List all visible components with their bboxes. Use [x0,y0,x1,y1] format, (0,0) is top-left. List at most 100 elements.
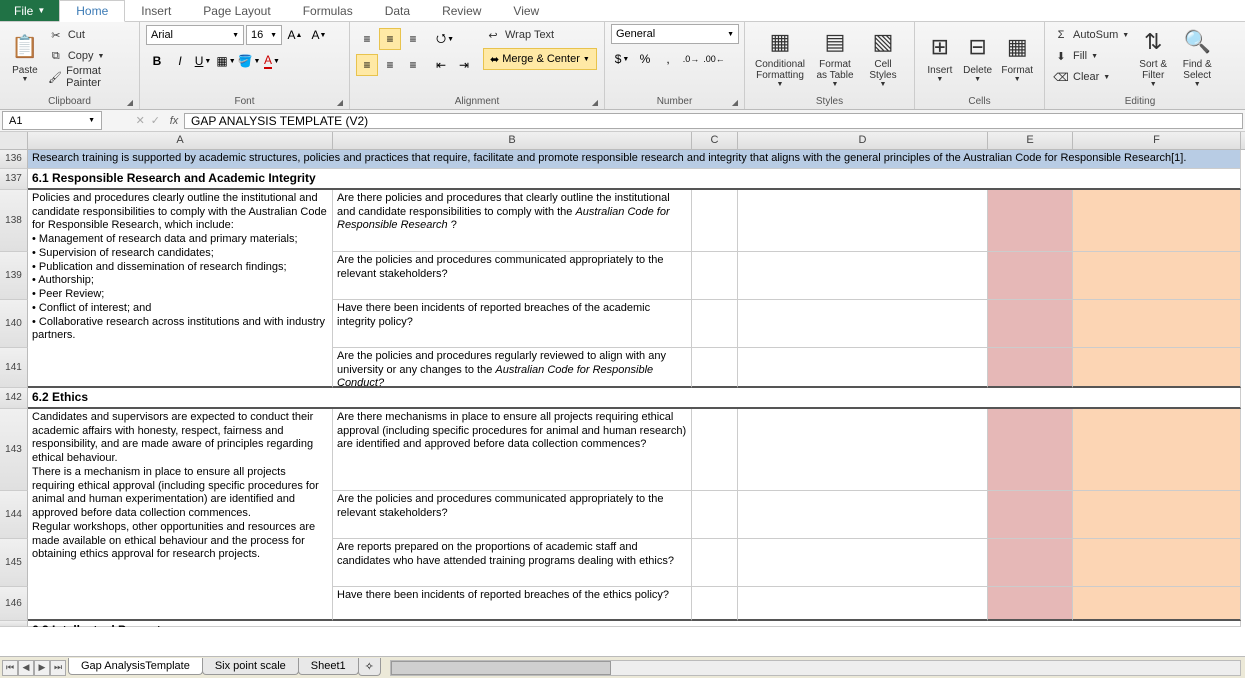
bold-button[interactable]: B [146,50,168,72]
cell[interactable] [738,539,988,587]
format-cells-button[interactable]: ▦Format▼ [996,24,1038,88]
clear-button[interactable]: ⌫Clear▼ [1051,68,1131,86]
cell[interactable]: Are the policies and procedures regularl… [333,348,692,388]
cell[interactable] [988,190,1073,252]
enter-formula-icon[interactable]: ✓ [151,114,160,127]
autosum-button[interactable]: ΣAutoSum▼ [1051,26,1131,44]
fx-icon[interactable]: fx [164,115,184,127]
row-header[interactable]: 145 [0,539,28,587]
cell[interactable] [692,190,738,252]
horizontal-scrollbar[interactable] [390,660,1241,676]
font-color-button[interactable]: A▼ [261,50,283,72]
worksheet-grid[interactable]: 136 Research training is supported by ac… [0,150,1245,656]
col-header-f[interactable]: F [1073,132,1241,149]
tab-review[interactable]: Review [426,0,497,21]
cell[interactable] [988,409,1073,491]
align-top-button[interactable]: ≡ [356,28,378,50]
row-header[interactable]: 137 [0,169,28,190]
align-middle-button[interactable]: ≡ [379,28,401,50]
row-header[interactable]: 141 [0,348,28,388]
italic-button[interactable]: I [169,50,191,72]
dialog-launcher-icon[interactable]: ◢ [732,98,738,107]
row-header[interactable]: 143 [0,409,28,491]
increase-indent-button[interactable]: ⇥ [453,54,475,76]
col-header-c[interactable]: C [692,132,738,149]
cell[interactable] [1073,300,1241,348]
row-header[interactable] [0,621,28,627]
fill-button[interactable]: ⬇Fill▼ [1051,47,1131,65]
cell[interactable] [1073,539,1241,587]
cell[interactable]: Candidates and supervisors are expected … [28,409,333,621]
row-header[interactable]: 139 [0,252,28,300]
col-header-a[interactable]: A [28,132,333,149]
percent-button[interactable]: % [634,48,656,70]
name-box[interactable]: A1▼ [2,111,102,130]
cell[interactable] [692,491,738,539]
find-select-button[interactable]: 🔍Find &Select▼ [1175,24,1219,88]
orientation-button[interactable]: ⭯▼ [434,28,456,50]
formula-input[interactable]: GAP ANALYSIS TEMPLATE (V2) [184,113,1243,129]
row-header[interactable]: 146 [0,587,28,621]
align-center-button[interactable]: ≡ [379,54,401,76]
cell[interactable] [1073,348,1241,388]
cell[interactable]: Are there policies and procedures that c… [333,190,692,252]
dialog-launcher-icon[interactable]: ◢ [127,98,133,107]
tab-formulas[interactable]: Formulas [287,0,369,21]
cell[interactable]: Are the policies and procedures communic… [333,252,692,300]
cell[interactable] [692,409,738,491]
tab-insert[interactable]: Insert [125,0,187,21]
cell[interactable] [738,409,988,491]
cell[interactable] [1073,491,1241,539]
row-header[interactable]: 140 [0,300,28,348]
cell[interactable]: Are reports prepared on the proportions … [333,539,692,587]
increase-decimal-button[interactable]: .0→ [680,48,702,70]
cell[interactable]: Are the policies and procedures communic… [333,491,692,539]
align-left-button[interactable]: ≡ [356,54,378,76]
cell[interactable] [1073,190,1241,252]
cell[interactable] [692,348,738,388]
new-sheet-button[interactable]: ✧ [358,658,381,676]
conditional-formatting-button[interactable]: ▦ ConditionalFormatting▼ [751,24,809,88]
border-button[interactable]: ▦▼ [215,50,237,72]
format-as-table-button[interactable]: ▤ Formatas Table▼ [809,24,861,88]
cell[interactable] [988,348,1073,388]
cell[interactable] [738,491,988,539]
cell[interactable] [738,190,988,252]
sheet-tab-sheet1[interactable]: Sheet1 [298,658,359,675]
cell[interactable] [988,539,1073,587]
cell[interactable] [988,587,1073,621]
delete-cells-button[interactable]: ⊟Delete▼ [959,24,997,88]
align-right-button[interactable]: ≡ [402,54,424,76]
cell[interactable] [738,300,988,348]
comma-button[interactable]: , [657,48,679,70]
col-header-e[interactable]: E [988,132,1073,149]
sheet-tab-six-point[interactable]: Six point scale [202,658,299,675]
cell[interactable]: Are there mechanisms in place to ensure … [333,409,692,491]
scrollbar-thumb[interactable] [391,661,611,675]
cell[interactable] [988,491,1073,539]
cell[interactable] [738,252,988,300]
cell[interactable]: 6.2 Ethics [28,388,1241,409]
cut-button[interactable]: ✂Cut [46,26,133,44]
copy-button[interactable]: ⧉Copy▼ [46,47,133,65]
underline-button[interactable]: U▼ [192,50,214,72]
merge-center-button[interactable]: ⬌Merge & Center▼ [483,48,597,70]
sheet-nav-next[interactable]: ▶ [34,660,50,676]
cell[interactable]: Policies and procedures clearly outline … [28,190,333,388]
align-bottom-button[interactable]: ≡ [402,28,424,50]
cell-styles-button[interactable]: ▧ CellStyles▼ [861,24,905,88]
dialog-launcher-icon[interactable]: ◢ [337,98,343,107]
sort-filter-button[interactable]: ⇅Sort &Filter▼ [1131,24,1175,88]
file-tab[interactable]: File▼ [0,0,59,21]
fill-color-button[interactable]: 🪣▼ [238,50,260,72]
sheet-tab-gap-analysis[interactable]: Gap AnalysisTemplate [68,658,203,675]
row-header[interactable]: 142 [0,388,28,409]
cell[interactable] [1073,252,1241,300]
col-header-d[interactable]: D [738,132,988,149]
cancel-formula-icon[interactable]: ✕ [136,114,145,127]
font-size-select[interactable]: 16▼ [246,25,282,45]
cell[interactable] [692,300,738,348]
select-all-corner[interactable] [0,132,28,149]
sheet-nav-last[interactable]: ⏭ [50,660,66,676]
cell[interactable] [988,252,1073,300]
